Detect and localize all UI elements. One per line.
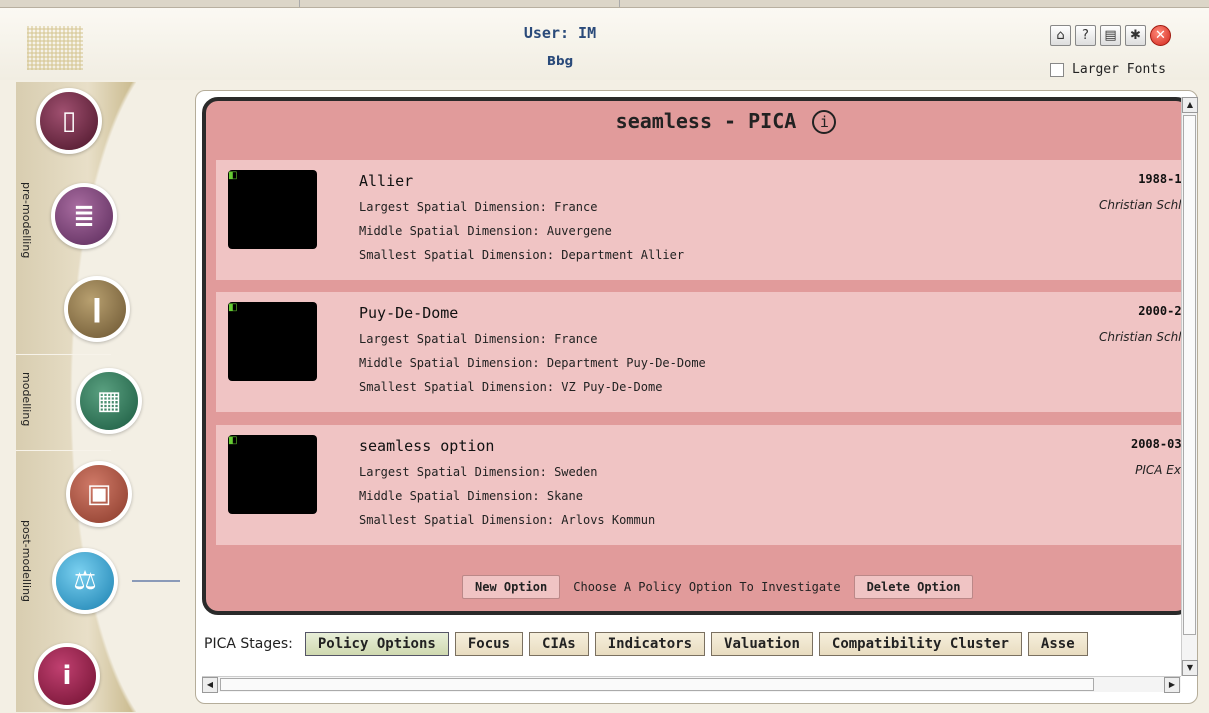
middle-dimension: Middle Spatial Dimension: Auvergene <box>359 224 612 238</box>
option-thumbnail <box>228 302 317 381</box>
new-option-button[interactable]: New Option <box>462 575 561 599</box>
scroll-thumb[interactable] <box>220 678 1094 691</box>
calculator-icon[interactable]: ▦ <box>80 372 138 430</box>
option-name: Allier <box>359 172 414 190</box>
smallest-dimension: Smallest Spatial Dimension: Arlovs Kommu… <box>359 513 656 527</box>
vertical-scrollbar[interactable]: ▲ ▼ <box>1181 97 1198 676</box>
active-connector <box>132 580 180 582</box>
larger-fonts-checkbox[interactable] <box>1050 62 1064 77</box>
policy-options-card: seamless - PICA i ◧ Allier Largest Spati… <box>202 97 1192 615</box>
panel-title: seamless - PICA i <box>206 109 1188 134</box>
info-icon[interactable]: i <box>812 110 837 134</box>
scales-icon[interactable]: ⚖ <box>56 552 114 610</box>
scroll-right-icon[interactable]: ▶ <box>1164 677 1180 693</box>
scroll-down-icon[interactable]: ▼ <box>1182 660 1198 676</box>
left-navigation: pre-modelling modelling post-modelling ▯… <box>10 82 200 712</box>
smallest-dimension: Smallest Spatial Dimension: VZ Puy-De-Do… <box>359 380 663 394</box>
thermometer-icon[interactable]: ǀ <box>68 280 126 338</box>
option-name: seamless option <box>359 437 495 455</box>
chrome-segment <box>320 0 620 7</box>
scroll-thumb[interactable] <box>1183 115 1196 635</box>
scroll-left-icon[interactable]: ◀ <box>202 677 218 693</box>
broken-image-icon: ◧ <box>228 302 238 313</box>
largest-dimension: Largest Spatial Dimension: France <box>359 200 598 214</box>
delete-option-button[interactable]: Delete Option <box>853 575 974 599</box>
close-icon[interactable]: ✕ <box>1150 25 1171 46</box>
option-thumbnail <box>228 435 317 514</box>
user-label: User: IM <box>523 24 597 42</box>
books-icon[interactable]: ≣ <box>55 187 113 245</box>
chart-icon[interactable]: ▣ <box>70 465 128 523</box>
scroll-up-icon[interactable]: ▲ <box>1182 97 1198 113</box>
option-row-seamless-option[interactable]: ◧ seamless option Largest Spatial Dimens… <box>216 425 1188 545</box>
stage-indicators[interactable]: Indicators <box>594 632 706 656</box>
middle-dimension: Middle Spatial Dimension: Department Puy… <box>359 356 706 370</box>
stages-label: PICA Stages: <box>204 636 293 652</box>
top-chrome-strip <box>0 0 1209 8</box>
broken-image-icon: ◧ <box>228 435 238 446</box>
home-icon[interactable]: ⌂ <box>1050 25 1071 46</box>
largest-dimension: Largest Spatial Dimension: Sweden <box>359 465 598 479</box>
stage-assessment[interactable]: Asse <box>1027 632 1088 656</box>
broken-image-icon: ◧ <box>228 170 238 181</box>
larger-fonts-toggle[interactable]: Larger Fonts <box>1050 62 1166 77</box>
largest-dimension: Largest Spatial Dimension: France <box>359 332 598 346</box>
section-divider <box>16 354 111 355</box>
stage-compatibility-cluster[interactable]: Compatibility Cluster <box>818 632 1022 656</box>
section-divider <box>16 450 111 451</box>
option-author: Christian Schley <box>1099 330 1192 344</box>
stage-policy-options[interactable]: Policy Options <box>304 632 449 656</box>
stage-valuation[interactable]: Valuation <box>711 632 813 656</box>
pica-stages-bar: PICA Stages: Policy Options Focus CIAs I… <box>204 632 1179 656</box>
middle-dimension: Middle Spatial Dimension: Skane <box>359 489 583 503</box>
option-row-puy-de-dome[interactable]: ◧ Puy-De-Dome Largest Spatial Dimension:… <box>216 292 1192 412</box>
option-name: Puy-De-Dome <box>359 304 459 322</box>
chrome-segment <box>0 0 300 7</box>
smallest-dimension: Smallest Spatial Dimension: Department A… <box>359 248 685 262</box>
stage-focus[interactable]: Focus <box>454 632 524 656</box>
nav-section-post-modelling: post-modelling <box>20 520 33 603</box>
option-actions: New Option Choose A Policy Option To Inv… <box>462 575 974 599</box>
window-icon[interactable]: ▤ <box>1100 25 1121 46</box>
app-header: User: IM Bbg ⌂ ? ▤ ✱ ✕ Larger Fonts <box>0 8 1209 80</box>
organization-label: Bbg <box>546 54 574 68</box>
stage-cias[interactable]: CIAs <box>529 632 589 656</box>
option-author: Christian Schley <box>1099 198 1192 212</box>
nav-section-modelling: modelling <box>20 372 33 427</box>
larger-fonts-label: Larger Fonts <box>1072 62 1166 77</box>
panel-title-text: seamless - PICA <box>615 109 797 133</box>
header-toolbar: ⌂ ? ▤ ✱ ✕ <box>1050 25 1171 46</box>
horizontal-scrollbar[interactable]: ◀ ▶ <box>202 676 1181 693</box>
choose-option-hint: Choose A Policy Option To Investigate <box>573 580 841 594</box>
option-thumbnail <box>228 170 317 249</box>
bug-icon[interactable]: ✱ <box>1125 25 1146 46</box>
nav-section-pre-modelling: pre-modelling <box>20 182 33 259</box>
help-icon[interactable]: ? <box>1075 25 1096 46</box>
clipboard-icon[interactable]: ▯ <box>40 92 98 150</box>
info-nav-icon[interactable]: i <box>38 647 96 705</box>
option-row-allier[interactable]: ◧ Allier Largest Spatial Dimension: Fran… <box>216 160 1192 280</box>
